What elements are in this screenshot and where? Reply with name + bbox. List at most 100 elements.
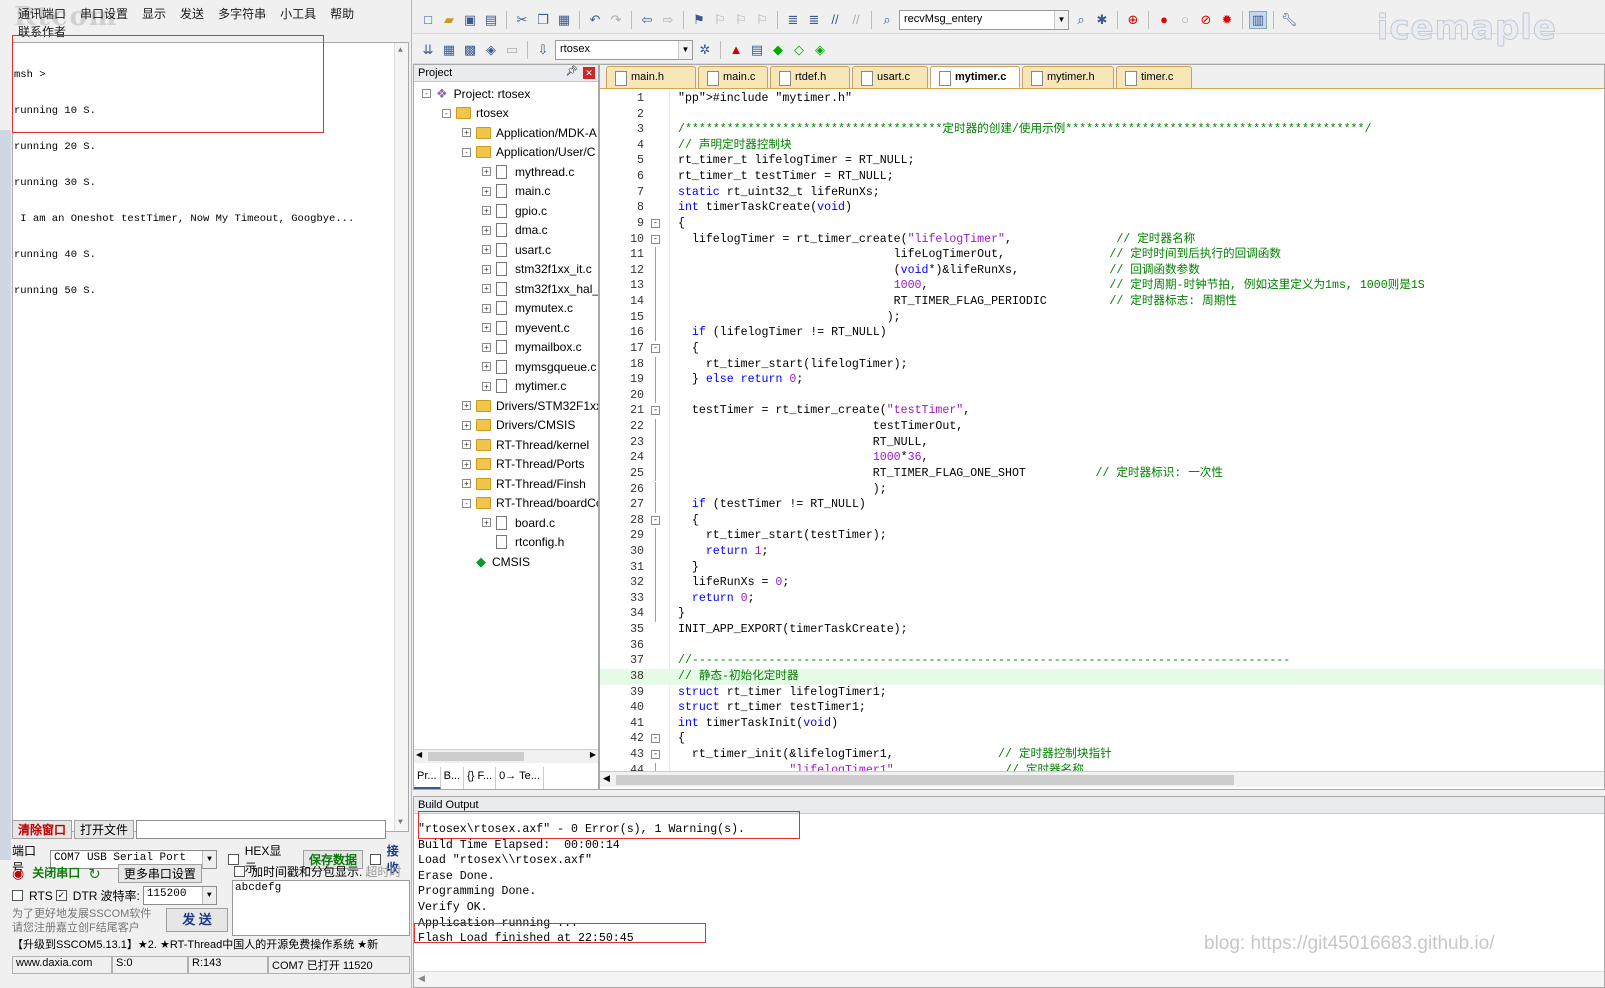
- scroll-up-icon[interactable]: ▲: [398, 45, 403, 57]
- expand-icon[interactable]: +: [482, 186, 491, 196]
- fold-toggle-icon[interactable]: -: [651, 734, 660, 744]
- send-textarea[interactable]: abcdefg: [232, 880, 410, 936]
- tree-item[interactable]: - RT-Thread/boardCc: [462, 494, 598, 513]
- nav-back-icon[interactable]: ⇦: [638, 11, 656, 29]
- baud-select[interactable]: 115200 ▼: [142, 886, 217, 905]
- expand-icon[interactable]: +: [482, 381, 491, 391]
- tree-item[interactable]: + RT-Thread/Finsh: [462, 474, 586, 493]
- expand-icon[interactable]: +: [482, 264, 491, 274]
- collapse-icon[interactable]: -: [442, 108, 451, 118]
- dtr-checkbox[interactable]: ✓: [55, 890, 67, 901]
- tree-item[interactable]: + stm32f1xx_it.c: [482, 260, 592, 279]
- tab-file[interactable]: timer.c: [1116, 66, 1192, 88]
- tree-item[interactable]: + RT-Thread/kernel: [462, 435, 589, 454]
- new-file-icon[interactable]: □: [419, 11, 437, 29]
- pin-icon[interactable]: 📌︎: [565, 66, 578, 77]
- tree-item[interactable]: + mymutex.c: [482, 299, 573, 318]
- tree-item[interactable]: + Application/MDK-A: [462, 123, 597, 142]
- breakpoint-kill-all-icon[interactable]: ✹: [1218, 11, 1236, 29]
- tab-file[interactable]: main.c: [698, 66, 768, 88]
- refresh-icon[interactable]: ↻: [88, 865, 101, 883]
- tree-item[interactable]: + gpio.c: [482, 201, 547, 220]
- bookmark-icon[interactable]: ⚑: [690, 11, 708, 29]
- build-horizontal-scrollbar[interactable]: ◀: [414, 971, 1604, 987]
- scroll-left-icon[interactable]: ◀: [416, 750, 422, 759]
- more-settings-button[interactable]: 更多串口设置: [117, 864, 202, 883]
- fold-toggle-icon[interactable]: -: [651, 234, 660, 244]
- tab-file[interactable]: mytimer.h: [1022, 66, 1114, 88]
- rebuild-icon[interactable]: ▩: [461, 41, 479, 59]
- translate-icon[interactable]: ⇊: [419, 41, 437, 59]
- tree-item[interactable]: + main.c: [482, 182, 550, 201]
- collapse-icon[interactable]: -: [462, 498, 471, 508]
- expand-icon[interactable]: +: [462, 401, 471, 410]
- tab-functions[interactable]: {} F...: [464, 767, 497, 789]
- tree-item[interactable]: + mymailbox.c: [482, 338, 582, 357]
- download-icon[interactable]: ⇩: [534, 41, 552, 59]
- tree-item[interactable]: + board.c: [482, 513, 555, 532]
- bookmark-prev-icon[interactable]: ⚐: [711, 11, 729, 29]
- news-ticker[interactable]: 【升级到SSCOM5.13.1】★2. ★RT-Thread中国人的开源免费操作…: [12, 936, 410, 952]
- redo-icon[interactable]: ↷: [607, 11, 625, 29]
- batch-build-icon[interactable]: ◈: [482, 41, 500, 59]
- expand-icon[interactable]: +: [482, 245, 491, 254]
- expand-icon[interactable]: +: [482, 284, 491, 293]
- close-port-button[interactable]: 关闭串口: [27, 864, 85, 883]
- code-horizontal-scrollbar[interactable]: ◀: [600, 771, 1604, 787]
- target-options-icon[interactable]: ✲: [696, 41, 714, 59]
- breakpoint-disable-icon[interactable]: ○: [1176, 11, 1194, 29]
- fold-toggle-icon[interactable]: -: [651, 218, 660, 228]
- breakpoint-disable-all-icon[interactable]: ⊘: [1197, 11, 1215, 29]
- run-time-environment-icon[interactable]: ◈: [811, 41, 829, 59]
- tree-item[interactable]: - ❖ Project: rtosex: [422, 84, 530, 103]
- tree-item[interactable]: + mymsgqueue.c: [482, 357, 596, 376]
- send-button[interactable]: 发 送: [166, 908, 228, 932]
- tree-item[interactable]: + usart.c: [482, 240, 551, 259]
- tree-item[interactable]: - Application/User/C: [462, 143, 595, 162]
- configure-icon[interactable]: 🔧︎: [1280, 11, 1298, 29]
- code-area[interactable]: 1 "pp">#include "mytimer.h" 2 3/***********…: [600, 91, 1604, 775]
- menu-contact-author[interactable]: 联系作者: [18, 23, 66, 40]
- collapse-icon[interactable]: -: [462, 147, 471, 157]
- scroll-right-icon[interactable]: ▶: [590, 750, 596, 759]
- file-path-input[interactable]: [136, 820, 387, 839]
- unindent-icon[interactable]: ≣: [805, 11, 823, 29]
- open-file-button[interactable]: 打开文件: [74, 820, 135, 839]
- tree-item[interactable]: ◆ CMSIS: [462, 552, 530, 571]
- tab-templates[interactable]: 0→ Te...: [496, 767, 544, 789]
- scroll-thumb[interactable]: [428, 752, 524, 761]
- build-icon[interactable]: ▦: [440, 41, 458, 59]
- menu-display[interactable]: 显示: [142, 5, 166, 21]
- tab-file[interactable]: rtdef.h: [770, 66, 850, 88]
- open-folder-icon[interactable]: ▰: [440, 11, 458, 29]
- scroll-left-icon[interactable]: ◀: [418, 973, 425, 984]
- fold-toggle-icon[interactable]: -: [651, 343, 660, 353]
- function-combo[interactable]: recvMsg_entery ▼: [899, 9, 1069, 30]
- expand-icon[interactable]: +: [482, 323, 491, 332]
- collapse-icon[interactable]: -: [422, 89, 431, 98]
- fold-toggle-icon[interactable]: -: [651, 515, 660, 525]
- tree-item[interactable]: rtconfig.h: [482, 533, 564, 552]
- tree-item[interactable]: + RT-Thread/Ports: [462, 455, 584, 474]
- tree-item[interactable]: + stm32f1xx_hal_i: [482, 279, 598, 298]
- tree-item[interactable]: + Drivers/STM32F1xx_: [462, 396, 598, 415]
- tab-file[interactable]: main.h: [606, 66, 696, 88]
- tab-file[interactable]: usart.c: [852, 66, 928, 88]
- expand-icon[interactable]: +: [482, 303, 491, 313]
- rts-checkbox[interactable]: [12, 890, 23, 901]
- save-all-icon[interactable]: ▤: [482, 11, 500, 29]
- copy-icon[interactable]: ❐: [534, 11, 552, 29]
- expand-icon[interactable]: +: [462, 459, 471, 469]
- timestamp-checkbox[interactable]: [234, 866, 245, 877]
- status-website[interactable]: www.daxia.com: [12, 956, 112, 974]
- tab-books[interactable]: B...: [441, 767, 465, 789]
- uncomment-icon[interactable]: //: [847, 11, 865, 29]
- clear-window-button[interactable]: 清除窗口: [12, 820, 73, 839]
- target-combo[interactable]: rtosex ▼: [555, 39, 693, 60]
- pack-installer-icon[interactable]: ◇: [790, 41, 808, 59]
- expand-icon[interactable]: +: [482, 362, 491, 371]
- expand-icon[interactable]: +: [482, 206, 491, 215]
- tree-item[interactable]: + Drivers/CMSIS: [462, 416, 575, 435]
- indent-icon[interactable]: ≣: [784, 11, 802, 29]
- tab-project[interactable]: Pr...: [414, 767, 441, 789]
